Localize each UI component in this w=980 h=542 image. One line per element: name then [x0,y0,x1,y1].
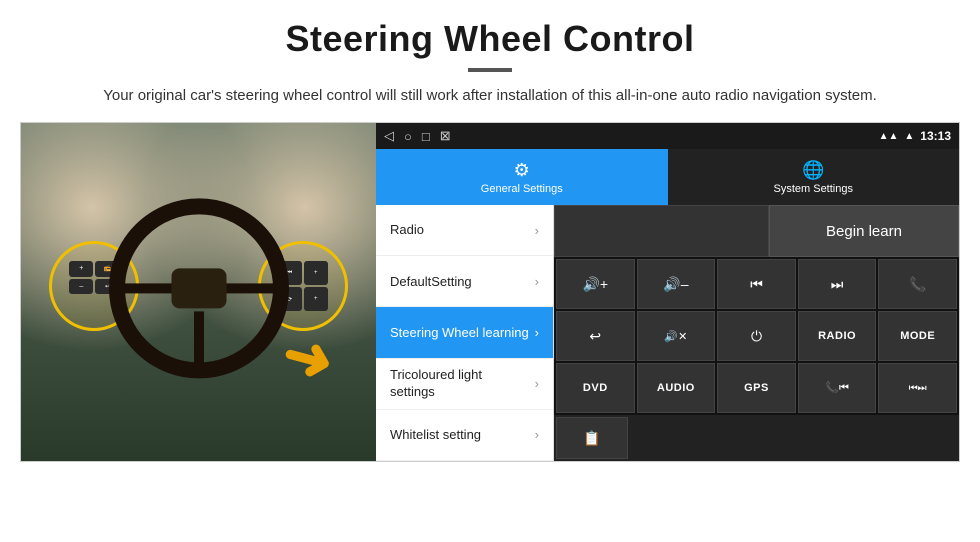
audio-button[interactable]: AUDIO [637,363,716,413]
radio-mode-button[interactable]: RADIO [798,311,877,361]
vol-up-icon: 🔊+ [582,276,608,293]
gps-label: GPS [744,382,769,394]
gps-button[interactable]: GPS [717,363,796,413]
radio-label: RADIO [818,330,856,342]
list-icon: 📋 [583,430,600,447]
menu-item-radio-label: Radio [390,222,424,238]
page-title: Steering Wheel Control [60,18,920,60]
menu-item-whitelist[interactable]: Whitelist setting › [376,410,553,461]
menu-item-default-setting[interactable]: DefaultSetting › [376,256,553,307]
dvd-label: DVD [583,382,608,394]
wifi-icon: ▲▲ [879,131,899,142]
menu-item-radio[interactable]: Radio › [376,205,553,256]
nav-recent-btn[interactable]: □ [422,129,430,144]
android-panel: ◁ ○ □ ⊠ ▲▲ ▲ 13:13 ⚙ General Settings 🌐 … [376,123,959,461]
android-statusbar: ◁ ○ □ ⊠ ▲▲ ▲ 13:13 [376,123,959,149]
bottom-row: 📋 [554,415,959,461]
statusbar-nav: ◁ ○ □ ⊠ [384,128,451,144]
audio-label: AUDIO [657,382,695,394]
begin-learn-row: Begin learn [554,205,959,257]
mute-icon: 🔊✕ [664,330,687,343]
phone-prev-button[interactable]: 📞⏮ [798,363,877,413]
dvd-button[interactable]: DVD [556,363,635,413]
mode-button[interactable]: MODE [878,311,957,361]
tab-general-label: General Settings [481,183,563,195]
skip-combo-button[interactable]: ⏮⏭ [878,363,957,413]
vol-down-icon: 🔊– [663,276,688,293]
menu-radio-chevron: › [535,223,539,238]
back-button[interactable]: ↩ [556,311,635,361]
nav-home-btn[interactable]: ○ [404,129,412,144]
menu-item-default-label: DefaultSetting [390,274,472,290]
menu-item-steering-wheel[interactable]: Steering Wheel learning › [376,307,553,358]
skip-combo-icon: ⏮⏭ [909,383,927,394]
next-track-button[interactable]: ⏭ [798,259,877,309]
menu-item-steering-label: Steering Wheel learning [390,325,529,341]
tab-system-label: System Settings [774,183,853,195]
next-track-icon: ⏭ [831,276,844,293]
menu-item-tricoloured[interactable]: Tricoloured lightsettings › [376,359,553,410]
power-button[interactable]: ⏻ [717,311,796,361]
steering-wheel-panel: + 📻 – ↩ ⏮ + ⟳ + ➜ [21,123,376,461]
vol-up-button[interactable]: 🔊+ [556,259,635,309]
phone-icon: 📞 [909,276,926,293]
mode-label: MODE [900,330,935,342]
title-divider [468,68,512,72]
menu-item-whitelist-label: Whitelist setting [390,427,481,443]
menu-tricoloured-chevron: › [535,376,539,391]
list-button[interactable]: 📋 [556,417,628,459]
phone-prev-icon: 📞⏮ [825,381,849,395]
nav-back-btn[interactable]: ◁ [384,128,394,144]
power-icon: ⏻ [751,328,762,345]
menu-default-chevron: › [535,274,539,289]
settings-menu: Radio › DefaultSetting › Steering Wheel … [376,205,554,461]
page-subtitle: Your original car's steering wheel contr… [60,84,920,108]
signal-icon: ▲ [904,131,914,142]
prev-track-button[interactable]: ⏮ [717,259,796,309]
menu-item-tricoloured-label: Tricoloured lightsettings [390,367,482,401]
general-settings-icon: ⚙ [514,160,530,181]
tab-general-settings[interactable]: ⚙ General Settings [376,149,668,205]
android-tabs: ⚙ General Settings 🌐 System Settings [376,149,959,205]
tab-system-settings[interactable]: 🌐 System Settings [668,149,960,205]
statusbar-right: ▲▲ ▲ 13:13 [879,129,951,143]
button-grid: 🔊+ 🔊– ⏮ ⏭ 📞 ↩ [554,257,959,415]
screenshot-container: + 📻 – ↩ ⏮ + ⟳ + ➜ ◁ ○ □ ⊠ [20,122,960,462]
system-settings-icon: 🌐 [802,160,824,181]
control-panel: Begin learn 🔊+ 🔊– ⏮ ⏭ [554,205,959,461]
clock: 13:13 [920,129,951,143]
begin-learn-button[interactable]: Begin learn [769,205,959,257]
menu-whitelist-chevron: › [535,427,539,442]
android-content: Radio › DefaultSetting › Steering Wheel … [376,205,959,461]
back-icon: ↩ [589,328,601,345]
page-header: Steering Wheel Control Your original car… [0,0,980,122]
begin-learn-label: Begin learn [826,223,902,240]
vol-down-button[interactable]: 🔊– [637,259,716,309]
mute-button[interactable]: 🔊✕ [637,311,716,361]
nav-extra-btn[interactable]: ⊠ [440,128,451,144]
phone-button[interactable]: 📞 [878,259,957,309]
learn-empty-area [554,205,769,257]
menu-steering-chevron: › [535,325,539,340]
prev-track-icon: ⏮ [750,276,763,293]
